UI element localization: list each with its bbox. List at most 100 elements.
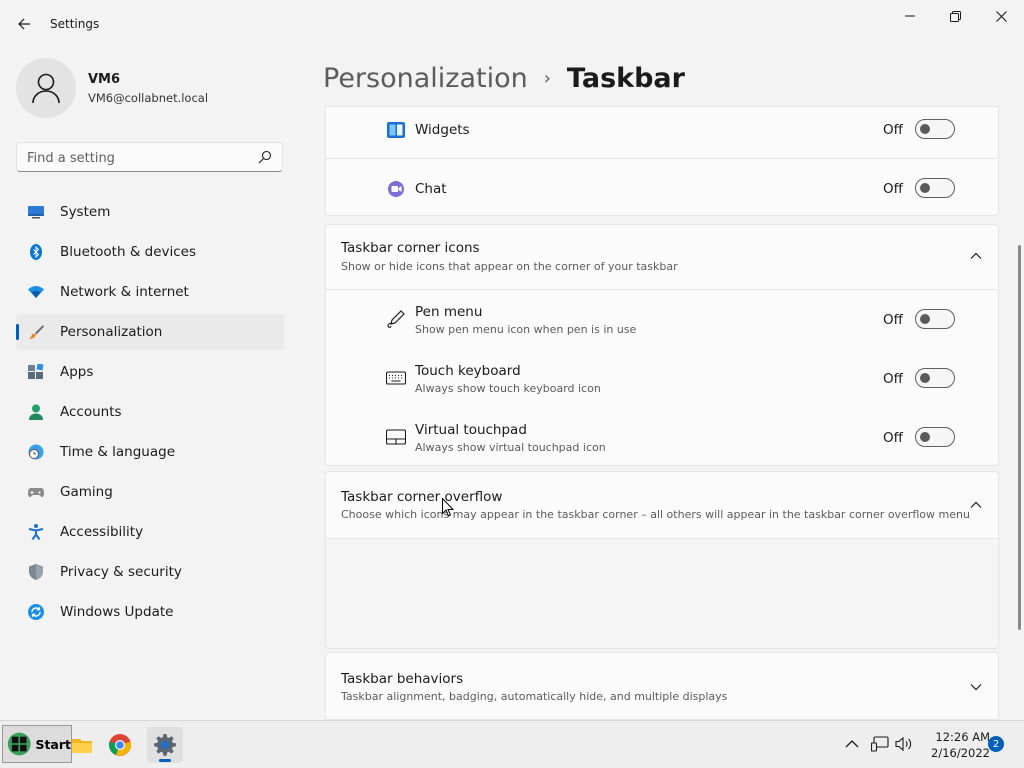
corner-icons-title: Taskbar corner icons xyxy=(341,240,480,256)
pen-icon xyxy=(387,310,405,328)
corner-icons-header[interactable]: Taskbar corner icons Show or hide icons … xyxy=(326,225,998,289)
volume-tray-button[interactable] xyxy=(895,735,913,753)
behaviors-description: Taskbar alignment, badging, automaticall… xyxy=(341,690,728,703)
scrollbar-thumb[interactable] xyxy=(1018,245,1021,630)
gamepad-icon xyxy=(28,488,44,497)
restore-icon xyxy=(949,10,961,22)
clock-time: 12:26 AM xyxy=(935,730,990,744)
virtual-touchpad-description: Always show virtual touchpad icon xyxy=(415,441,606,454)
sidebar-item-label: Privacy & security xyxy=(60,564,182,580)
sidebar-item-accessibility[interactable]: Accessibility xyxy=(16,514,284,550)
sidebar-item-label: Time & language xyxy=(60,444,176,460)
behaviors-title: Taskbar behaviors xyxy=(341,671,464,687)
os-taskbar: Start 12:26 AM 2/16/2022 2 xyxy=(0,720,1024,768)
touchpad-icon xyxy=(386,429,406,445)
notification-badge[interactable]: 2 xyxy=(988,736,1004,752)
update-icon xyxy=(28,604,44,620)
chat-toggle[interactable] xyxy=(915,178,955,198)
shield-icon xyxy=(29,564,43,580)
touch-keyboard-toggle[interactable] xyxy=(915,368,955,388)
sidebar-item-time-language[interactable]: Time & language xyxy=(16,434,284,470)
widgets-icon xyxy=(387,122,405,138)
breadcrumb-parent[interactable]: Personalization xyxy=(323,63,528,94)
behaviors-card[interactable]: Taskbar behaviors Taskbar alignment, bad… xyxy=(325,652,999,720)
search-box[interactable] xyxy=(16,142,283,172)
pen-menu-label: Pen menu xyxy=(415,304,483,320)
apps-icon xyxy=(28,364,44,379)
chrome-icon xyxy=(109,734,131,756)
corner-overflow-title: Taskbar corner overflow xyxy=(341,489,503,505)
settings-taskbar-button[interactable] xyxy=(147,727,183,763)
file-explorer-taskbar-button[interactable] xyxy=(64,727,100,763)
close-button[interactable] xyxy=(978,4,1024,28)
sidebar-item-label: Bluetooth & devices xyxy=(60,244,197,260)
sidebar-item-label: Gaming xyxy=(60,484,113,500)
sidebar-item-system[interactable]: System xyxy=(16,194,284,230)
corner-overflow-header[interactable]: Taskbar corner overflow Choose which ico… xyxy=(326,472,998,538)
virtual-touchpad-toggle[interactable] xyxy=(915,427,955,447)
wifi-icon xyxy=(28,286,44,298)
toggle-knob xyxy=(920,373,930,383)
search-icon[interactable] xyxy=(258,150,272,164)
sidebar-item-bluetooth[interactable]: Bluetooth & devices xyxy=(16,234,284,270)
user-email: VM6@collabnet.local xyxy=(88,91,209,105)
corner-overflow-description: Choose which icons may appear in the tas… xyxy=(341,508,970,521)
chevron-up-icon xyxy=(845,740,859,748)
sidebar-item-network[interactable]: Network & internet xyxy=(16,274,284,310)
network-tray-button[interactable] xyxy=(871,735,889,753)
corner-icons-description: Show or hide icons that appear on the co… xyxy=(341,260,678,273)
toggle-knob xyxy=(920,432,930,442)
divider xyxy=(326,538,998,539)
taskbar-clock[interactable]: 12:26 AM 2/16/2022 xyxy=(918,729,990,761)
chevron-up-icon[interactable] xyxy=(968,497,984,513)
toggle-knob xyxy=(920,314,930,324)
search-input[interactable] xyxy=(27,149,247,167)
gear-icon xyxy=(154,734,176,756)
sidebar-item-label: Network & internet xyxy=(60,284,189,300)
sidebar-item-label: Apps xyxy=(60,364,94,380)
active-app-indicator xyxy=(159,759,171,762)
close-icon xyxy=(995,10,1007,22)
pen-menu-toggle[interactable] xyxy=(915,309,955,329)
accessibility-icon xyxy=(28,524,44,540)
widgets-label: Widgets xyxy=(415,122,470,138)
corner-icons-card: Taskbar corner icons Show or hide icons … xyxy=(325,224,999,466)
sidebar-nav: System Bluetooth & devices Network & int… xyxy=(16,194,284,634)
breadcrumb: Personalization › Taskbar xyxy=(323,58,685,98)
breadcrumb-separator: › xyxy=(543,67,551,89)
sidebar-item-apps[interactable]: Apps xyxy=(16,354,284,390)
sidebar-item-windows-update[interactable]: Windows Update xyxy=(16,594,284,630)
minimize-button[interactable] xyxy=(887,4,933,28)
avatar[interactable] xyxy=(16,58,76,118)
back-button[interactable] xyxy=(10,10,38,38)
app-title: Settings xyxy=(50,17,100,31)
chrome-taskbar-button[interactable] xyxy=(102,727,138,763)
widgets-toggle[interactable] xyxy=(915,119,955,139)
start-button[interactable]: Start xyxy=(2,725,72,763)
pen-menu-state: Off xyxy=(883,312,903,328)
system-icon xyxy=(28,206,44,219)
page-title: Taskbar xyxy=(566,62,685,94)
chevron-down-icon[interactable] xyxy=(968,679,984,695)
sidebar-item-personalization[interactable]: Personalization xyxy=(16,314,284,350)
widgets-state: Off xyxy=(883,122,903,138)
title-bar: Settings xyxy=(0,0,1024,48)
sidebar-item-accounts[interactable]: Accounts xyxy=(16,394,284,430)
windows-logo-icon xyxy=(7,732,31,756)
volume-icon xyxy=(895,736,912,752)
keyboard-icon xyxy=(386,371,406,385)
clock-date: 2/16/2022 xyxy=(931,746,990,760)
show-hidden-icons-button[interactable] xyxy=(843,735,861,753)
back-arrow-icon xyxy=(18,18,30,30)
maximize-button[interactable] xyxy=(932,4,978,28)
toggle-knob xyxy=(920,183,930,193)
sidebar-item-label: Personalization xyxy=(60,324,163,340)
sidebar-item-label: Windows Update xyxy=(60,604,174,620)
brush-icon xyxy=(29,325,44,339)
sidebar-item-label: Accounts xyxy=(60,404,122,420)
chevron-up-icon[interactable] xyxy=(968,248,984,264)
touch-keyboard-state: Off xyxy=(883,371,903,387)
sidebar-item-label: Accessibility xyxy=(60,524,144,540)
sidebar-item-privacy-security[interactable]: Privacy & security xyxy=(16,554,284,590)
sidebar-item-gaming[interactable]: Gaming xyxy=(16,474,284,510)
